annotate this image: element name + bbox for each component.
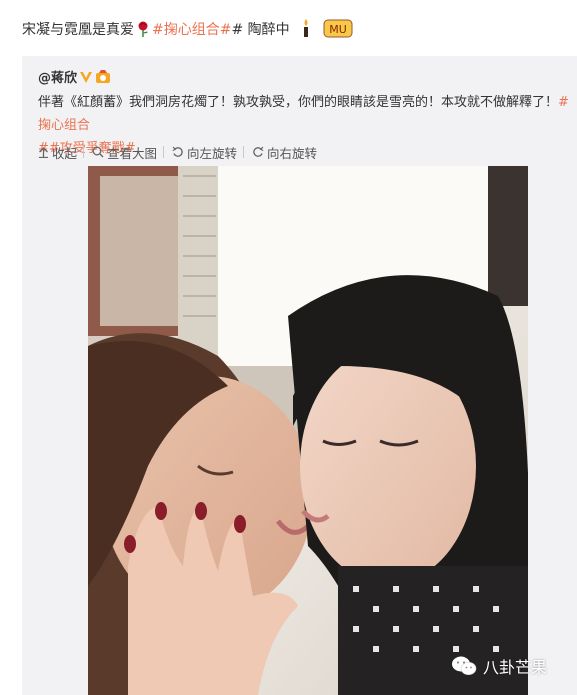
repost-line1-text: 伴著《紅顏蓄》我們洞房花燭了！孰攻孰受，你們的眼睛該是雪亮的！本攻就不做解釋了！ <box>38 95 559 110</box>
watermark-text: 八卦芒果 <box>483 658 548 677</box>
post-main-text: 宋凝与霓凰是真爱 <box>22 22 134 38</box>
medal-icon <box>95 70 111 84</box>
repost-author[interactable]: @蒋欣 <box>38 71 77 86</box>
repost-author-line: @蒋欣 <box>38 67 111 86</box>
candle-icon <box>300 18 312 42</box>
image-toolbar: 收起 查看大图 向左旋转 向右旋转 <box>38 142 323 162</box>
wechat-icon <box>452 656 477 675</box>
rose-icon <box>136 21 150 37</box>
svg-text:MU: MU <box>329 23 347 36</box>
magnifier-icon <box>92 146 104 158</box>
rotate-left-icon <box>172 146 183 157</box>
toolbar-divider <box>163 146 165 158</box>
collapse-label: 收起 <box>52 145 78 161</box>
post-photo[interactable] <box>88 166 528 695</box>
post-hashtag[interactable]: #掬心组合# <box>152 22 231 38</box>
rotate-right-icon <box>253 146 264 157</box>
arrow-up-icon <box>39 146 48 158</box>
rotate-left-button[interactable]: 向左旋转 <box>172 143 237 162</box>
post-text: 宋凝与霓凰是真爱 #掬心组合## 陶醉中 MU <box>22 18 353 42</box>
rotate-left-label: 向左旋转 <box>187 145 238 161</box>
view-large-label: 查看大图 <box>107 145 158 161</box>
toolbar-divider <box>83 146 85 158</box>
verified-v-icon <box>79 70 93 84</box>
mu-emoji-icon: MU <box>323 18 353 42</box>
rotate-right-button[interactable]: 向右旋转 <box>252 143 317 162</box>
watermark: 八卦芒果 <box>451 654 547 678</box>
rotate-right-label: 向右旋转 <box>267 145 318 161</box>
view-large-button[interactable]: 查看大图 <box>92 143 157 162</box>
post-suffix: # 陶醉中 <box>231 22 290 38</box>
weibo-card: 宋凝与霓凰是真爱 #掬心组合## 陶醉中 MU @蒋欣 伴著《紅顏蓄》我們洞房花燭… <box>0 0 577 695</box>
photo-illustration <box>88 166 528 695</box>
collapse-button[interactable]: 收起 <box>38 143 77 162</box>
toolbar-divider <box>243 146 245 158</box>
